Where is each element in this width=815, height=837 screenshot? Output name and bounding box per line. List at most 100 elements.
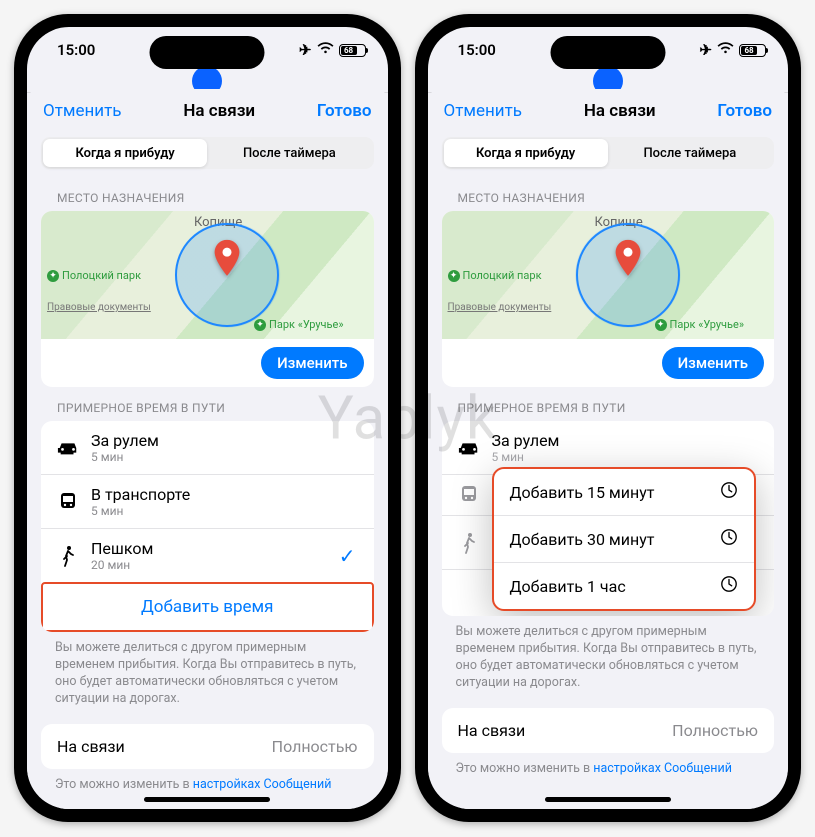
- menu-label: Добавить 30 минут: [510, 530, 655, 549]
- map-poi-park1: ✦Полоцкий парк: [47, 269, 141, 282]
- travel-subtext: 5 мин: [91, 450, 360, 464]
- add-1-hr-option[interactable]: Добавить 1 час: [494, 562, 755, 609]
- phone-frame-left: 15:00 ✈︎ 68 Отменить На связи Готово Ког…: [14, 14, 401, 822]
- travel-option-drive[interactable]: За рулем5 мин: [41, 421, 374, 474]
- clock-icon: [720, 528, 738, 550]
- change-destination-button[interactable]: Изменить: [662, 347, 764, 379]
- phone-frame-right: 15:00 ✈︎ 68 Отменить На связи Готово Ког…: [415, 14, 802, 822]
- clock-icon: [720, 575, 738, 597]
- add-30-min-option[interactable]: Добавить 30 минут: [494, 515, 755, 562]
- travel-subtext: 5 мин: [91, 504, 360, 518]
- menu-label: Добавить 1 час: [510, 577, 626, 596]
- segment-when-arrive[interactable]: Когда я прибуду: [444, 139, 608, 167]
- map-poi-park2: ✦Парк «Уручье»: [655, 318, 744, 331]
- car-icon: [55, 440, 81, 456]
- screen: 15:00 ✈︎ 68 Отменить На связи Готово Ког…: [428, 27, 789, 809]
- travel-option-transit[interactable]: В транспорте5 мин: [41, 474, 374, 528]
- settings-hint: Это можно изменить в настройках Сообщени…: [27, 769, 388, 800]
- checkin-data-row[interactable]: На связи Полностью: [442, 708, 775, 753]
- airplane-icon: ✈︎: [699, 41, 712, 59]
- checkin-value: Полностью: [672, 721, 758, 740]
- segment-when-arrive[interactable]: Когда я прибуду: [43, 139, 207, 167]
- travel-hint: Вы можете делиться с другом примерным вр…: [428, 616, 789, 692]
- checkin-value: Полностью: [272, 737, 358, 756]
- status-icons: ✈︎ 68: [699, 41, 766, 59]
- map-poi-park2: ✦Парк «Уручье»: [254, 318, 343, 331]
- home-indicator[interactable]: [545, 797, 671, 802]
- check-in-modal: Отменить На связи Готово Когда я прибуду…: [428, 89, 789, 809]
- change-destination-button[interactable]: Изменить: [261, 347, 363, 379]
- status-icons: ✈︎ 68: [299, 41, 366, 59]
- map-preview[interactable]: Копище ✦Полоцкий парк ✦Парк «Уручье» Пра…: [41, 211, 374, 339]
- status-time: 15:00: [458, 41, 496, 59]
- wifi-icon: [317, 41, 334, 59]
- menu-label: Добавить 15 минут: [510, 483, 655, 502]
- transit-icon: [55, 492, 81, 512]
- map-footer: Изменить: [442, 339, 775, 387]
- home-indicator[interactable]: [144, 797, 270, 802]
- clock-icon: [720, 481, 738, 503]
- add-15-min-option[interactable]: Добавить 15 минут: [494, 469, 755, 515]
- status-time: 15:00: [57, 41, 95, 59]
- done-button[interactable]: Готово: [317, 101, 372, 121]
- map-legal-link[interactable]: Правовые документы: [448, 302, 552, 313]
- map-pin-icon: [213, 240, 241, 280]
- travel-hint: Вы можете делиться с другом примерным вр…: [27, 632, 388, 708]
- travel-label: В транспорте: [91, 485, 360, 504]
- add-time-button[interactable]: Добавить время: [41, 582, 374, 632]
- messages-settings-link[interactable]: настройках Сообщений: [193, 777, 332, 792]
- battery-icon: 68: [339, 44, 366, 57]
- modal-title: На связи: [584, 101, 656, 121]
- map-poi-park1: ✦Полоцкий парк: [448, 269, 542, 282]
- checkin-data-row[interactable]: На связи Полностью: [41, 724, 374, 769]
- check-in-modal: Отменить На связи Готово Когда я прибуду…: [27, 89, 388, 809]
- travel-label: За рулем: [91, 431, 360, 450]
- transit-icon: [456, 485, 482, 505]
- done-button[interactable]: Готово: [717, 101, 772, 121]
- travel-option-walk[interactable]: Пешком20 мин ✓: [41, 528, 374, 582]
- walk-icon: [55, 545, 81, 567]
- tree-icon: ✦: [448, 270, 460, 282]
- airplane-icon: ✈︎: [299, 41, 312, 59]
- travel-subtext: 20 мин: [91, 558, 339, 572]
- modal-header: Отменить На связи Готово: [428, 89, 789, 133]
- map-pin-icon: [614, 240, 642, 280]
- destination-section-label: МЕСТО НАЗНАЧЕНИЯ: [428, 177, 789, 211]
- walk-icon: [456, 532, 482, 554]
- screen: 15:00 ✈︎ 68 Отменить На связи Готово Ког…: [27, 27, 388, 809]
- travel-time-list: За рулем5 мин В транспорте5 мин Пешком20…: [41, 421, 374, 632]
- car-icon: [456, 440, 482, 456]
- add-time-menu: Добавить 15 минут Добавить 30 минут Доба…: [492, 467, 757, 611]
- tree-icon: ✦: [655, 319, 667, 331]
- tree-icon: ✦: [47, 270, 59, 282]
- destination-card: Копище ✦Полоцкий парк ✦Парк «Уручье» Пра…: [442, 211, 775, 387]
- segmented-control[interactable]: Когда я прибуду После таймера: [442, 137, 775, 169]
- checkin-label: На связи: [57, 737, 125, 756]
- status-bar: 15:00 ✈︎ 68: [27, 27, 388, 73]
- travel-section-label: ПРИМЕРНОЕ ВРЕМЯ В ПУТИ: [27, 387, 388, 421]
- travel-label: Пешком: [91, 539, 339, 558]
- map-preview[interactable]: Копище ✦Полоцкий парк ✦Парк «Уручье» Пра…: [442, 211, 775, 339]
- map-footer: Изменить: [41, 339, 374, 387]
- wifi-icon: [717, 41, 734, 59]
- travel-section-label: ПРИМЕРНОЕ ВРЕМЯ В ПУТИ: [428, 387, 789, 421]
- travel-subtext: 5 мин: [492, 450, 761, 464]
- destination-section-label: МЕСТО НАЗНАЧЕНИЯ: [27, 177, 388, 211]
- checkmark-icon: ✓: [339, 544, 360, 568]
- cancel-button[interactable]: Отменить: [43, 101, 122, 121]
- cancel-button[interactable]: Отменить: [444, 101, 523, 121]
- settings-hint: Это можно изменить в настройках Сообщени…: [428, 753, 789, 784]
- checkin-label: На связи: [458, 721, 526, 740]
- modal-title: На связи: [183, 101, 255, 121]
- battery-icon: 68: [739, 44, 766, 57]
- segment-after-timer[interactable]: После таймера: [207, 139, 371, 167]
- segment-after-timer[interactable]: После таймера: [608, 139, 772, 167]
- tree-icon: ✦: [254, 319, 266, 331]
- segmented-control[interactable]: Когда я прибуду После таймера: [41, 137, 374, 169]
- map-legal-link[interactable]: Правовые документы: [47, 302, 151, 313]
- status-bar: 15:00 ✈︎ 68: [428, 27, 789, 73]
- travel-label: За рулем: [492, 431, 761, 450]
- destination-card: Копище ✦Полоцкий парк ✦Парк «Уручье» Пра…: [41, 211, 374, 387]
- messages-settings-link[interactable]: настройках Сообщений: [593, 761, 732, 776]
- modal-header: Отменить На связи Готово: [27, 89, 388, 133]
